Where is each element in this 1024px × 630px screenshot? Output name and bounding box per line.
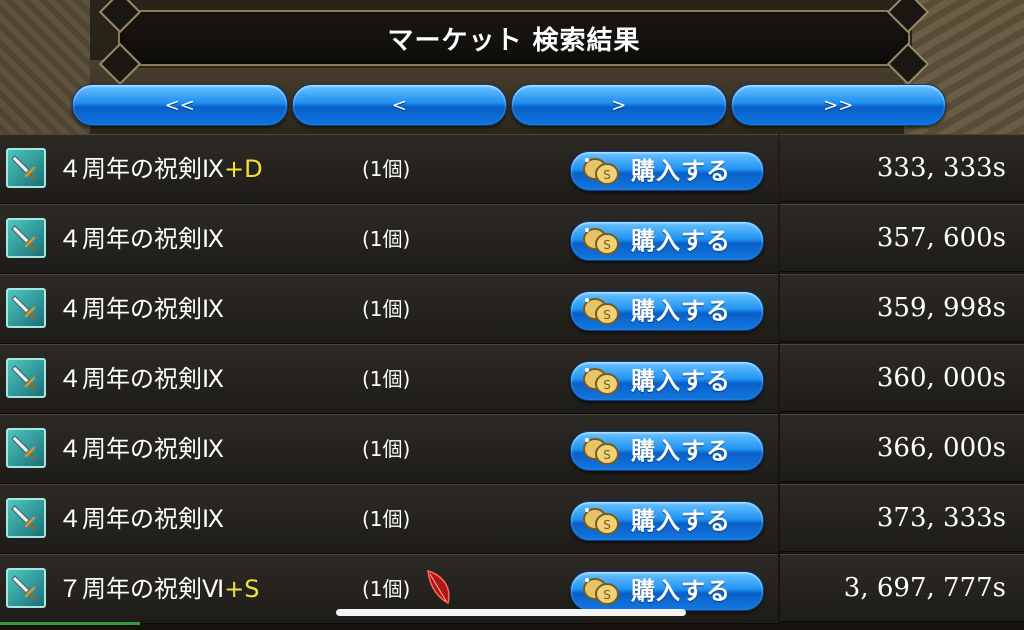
item-quantity: (1個) xyxy=(362,437,411,461)
coin-icon: S xyxy=(581,296,625,330)
item-name-text: ４周年の祝剣Ⅸ xyxy=(58,155,225,183)
svg-text:S: S xyxy=(603,168,611,182)
item-name: ４周年の祝剣Ⅸ xyxy=(58,275,224,343)
buy-button[interactable]: S 購入する xyxy=(570,361,764,401)
svg-text:S: S xyxy=(603,588,611,602)
item-price: 366, 000s xyxy=(780,414,1024,482)
item-quantity: (1個) xyxy=(362,227,411,251)
listing-list: ４周年の祝剣Ⅸ+D (1個) S 購入する 333, 333s ４周年の祝剣Ⅸ … xyxy=(0,134,1024,624)
listing-row: ４周年の祝剣Ⅸ+D (1個) S 購入する 333, 333s xyxy=(0,134,1024,204)
item-price: 357, 600s xyxy=(780,204,1024,272)
buy-button-label: 購入する xyxy=(631,157,731,185)
buy-button-label: 購入する xyxy=(631,507,731,535)
item-name-text: ７周年の祝剣Ⅵ xyxy=(58,575,225,603)
item-price: 3, 697, 777s xyxy=(780,554,1024,622)
svg-text:S: S xyxy=(603,448,611,462)
sword-icon[interactable] xyxy=(6,428,46,468)
sword-icon[interactable] xyxy=(6,148,46,188)
svg-text:S: S xyxy=(603,238,611,252)
coin-icon: S xyxy=(581,226,625,260)
listing-main: ４周年の祝剣Ⅸ (1個) S 購入する xyxy=(0,414,778,484)
sword-icon[interactable] xyxy=(6,218,46,258)
item-suffix: +S xyxy=(224,575,260,603)
svg-text:S: S xyxy=(603,308,611,322)
buy-button-label: 購入する xyxy=(631,577,731,605)
frame-corner-ornament xyxy=(98,0,142,34)
listing-row: ４周年の祝剣Ⅸ (1個) S 購入する 357, 600s xyxy=(0,204,1024,274)
listing-main: ４周年の祝剣Ⅸ (1個) S 購入する xyxy=(0,344,778,414)
item-suffix: +D xyxy=(224,155,263,183)
buy-button-label: 購入する xyxy=(631,227,731,255)
last-page-button[interactable]: >> xyxy=(730,84,946,126)
coin-icon: S xyxy=(581,366,625,400)
coin-icon: S xyxy=(581,436,625,470)
buy-button-label: 購入する xyxy=(631,367,731,395)
item-quantity: (1個) xyxy=(362,367,411,391)
item-name: ４周年の祝剣Ⅸ xyxy=(58,485,224,553)
item-name-text: ４周年の祝剣Ⅸ xyxy=(58,505,225,533)
listing-row: ４周年の祝剣Ⅸ (1個) S 購入する 366, 000s xyxy=(0,414,1024,484)
listing-main: ４周年の祝剣Ⅸ (1個) S 購入する xyxy=(0,274,778,344)
buy-button[interactable]: S 購入する xyxy=(570,291,764,331)
item-price: 333, 333s xyxy=(780,134,1024,202)
item-price: 359, 998s xyxy=(780,274,1024,342)
first-page-button[interactable]: << xyxy=(72,84,288,126)
item-price: 360, 000s xyxy=(780,344,1024,412)
red-feather-icon xyxy=(424,569,454,613)
home-indicator[interactable] xyxy=(336,609,686,616)
buy-button[interactable]: S 購入する xyxy=(570,571,764,611)
svg-text:S: S xyxy=(603,518,611,532)
listing-row: ４周年の祝剣Ⅸ (1個) S 購入する 360, 000s xyxy=(0,344,1024,414)
buy-button-label: 購入する xyxy=(631,297,731,325)
coin-icon: S xyxy=(581,506,625,540)
sword-icon[interactable] xyxy=(6,568,46,608)
prev-page-button[interactable]: < xyxy=(291,84,507,126)
buy-button[interactable]: S 購入する xyxy=(570,431,764,471)
sword-icon[interactable] xyxy=(6,358,46,398)
item-name-text: ４周年の祝剣Ⅸ xyxy=(58,435,225,463)
item-name-text: ４周年の祝剣Ⅸ xyxy=(58,225,225,253)
listing-main: ４周年の祝剣Ⅸ+D (1個) S 購入する xyxy=(0,134,778,204)
item-price: 373, 333s xyxy=(780,484,1024,552)
item-quantity: (1個) xyxy=(362,507,411,531)
buy-button[interactable]: S 購入する xyxy=(570,501,764,541)
item-name-text: ４周年の祝剣Ⅸ xyxy=(58,365,225,393)
buy-button[interactable]: S 購入する xyxy=(570,221,764,261)
sword-icon[interactable] xyxy=(6,288,46,328)
listing-row: ４周年の祝剣Ⅸ (1個) S 購入する 359, 998s xyxy=(0,274,1024,344)
coin-icon: S xyxy=(581,576,625,610)
bottom-progress-line xyxy=(0,622,140,625)
buy-button[interactable]: S 購入する xyxy=(570,151,764,191)
listing-main: ４周年の祝剣Ⅸ (1個) S 購入する xyxy=(0,204,778,274)
item-quantity: (1個) xyxy=(362,157,411,181)
listing-row: ４周年の祝剣Ⅸ (1個) S 購入する 373, 333s xyxy=(0,484,1024,554)
item-name: ４周年の祝剣Ⅸ+D xyxy=(58,135,263,203)
buy-button-label: 購入する xyxy=(631,437,731,465)
item-quantity: (1個) xyxy=(362,297,411,321)
item-name: ４周年の祝剣Ⅸ xyxy=(58,415,224,483)
page-title: マーケット 検索結果 xyxy=(387,25,641,56)
item-name-text: ４周年の祝剣Ⅸ xyxy=(58,295,225,323)
item-name: ７周年の祝剣Ⅵ+S xyxy=(58,555,259,623)
sword-icon[interactable] xyxy=(6,498,46,538)
next-page-button[interactable]: > xyxy=(511,84,727,126)
svg-text:S: S xyxy=(603,378,611,392)
coin-icon: S xyxy=(581,156,625,190)
item-name: ４周年の祝剣Ⅸ xyxy=(58,205,224,273)
item-name: ４周年の祝剣Ⅸ xyxy=(58,345,224,413)
pagination-bar: << < > >> xyxy=(72,84,946,126)
title-bar: マーケット 検索結果 xyxy=(98,0,930,86)
listing-main: ４周年の祝剣Ⅸ (1個) S 購入する xyxy=(0,484,778,554)
